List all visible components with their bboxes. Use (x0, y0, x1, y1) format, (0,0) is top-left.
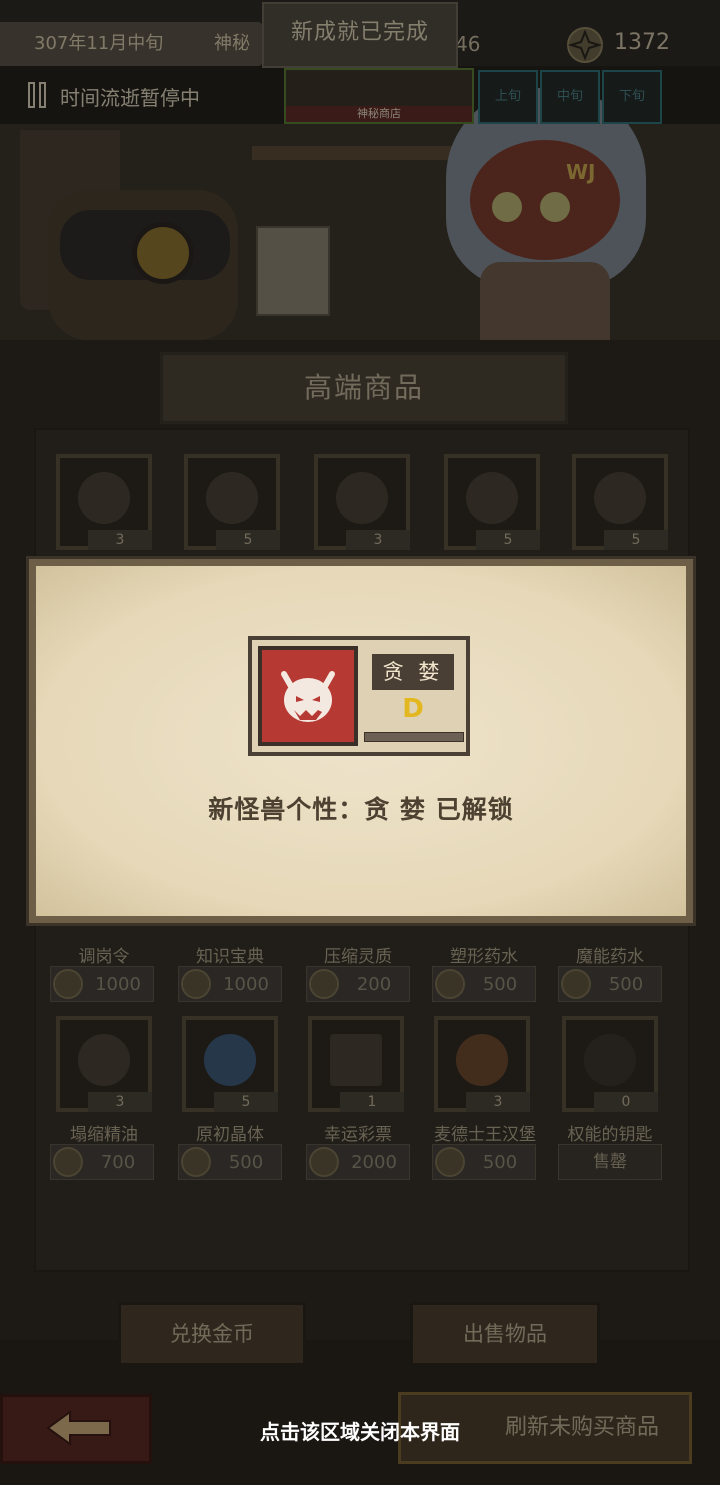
trait-grade: D (402, 694, 424, 724)
trait-progress-bar (364, 732, 464, 742)
close-hint-text: 点击该区域关闭本界面 (260, 1420, 460, 1444)
trait-name: 贪 婪 (372, 654, 454, 690)
demon-skull-icon (258, 646, 358, 746)
unlock-message: 新怪兽个性：贪 婪 已解锁 (208, 795, 514, 824)
